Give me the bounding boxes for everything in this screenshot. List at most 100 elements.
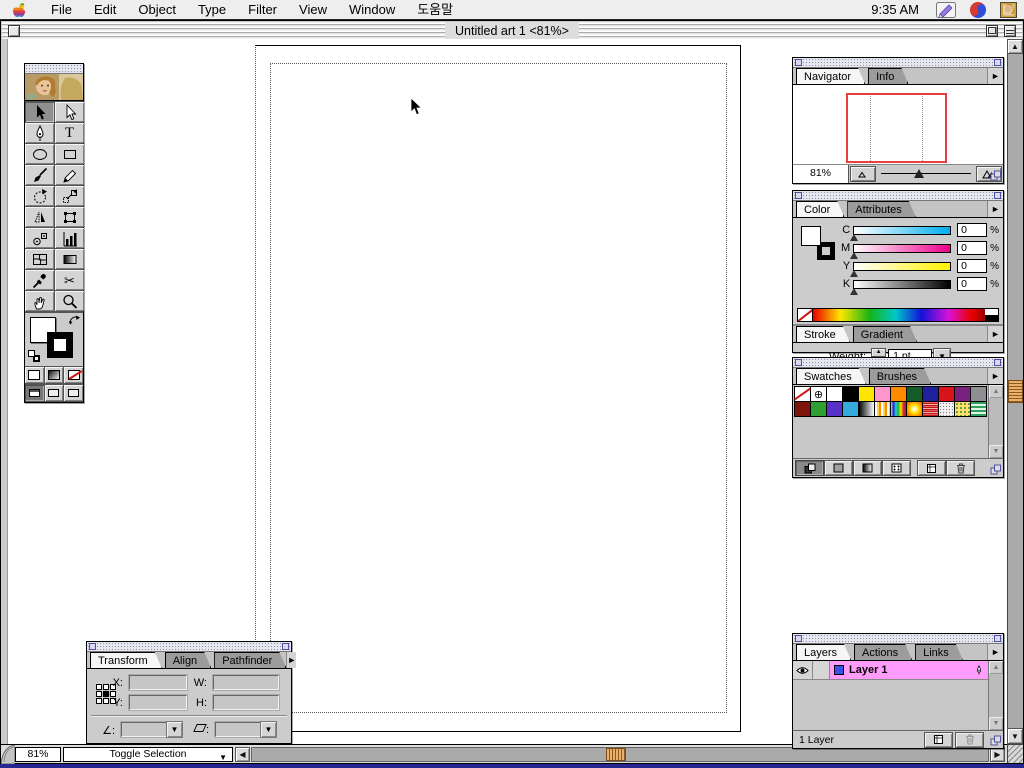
reflect-tool[interactable]: [25, 207, 54, 227]
horizontal-scroll-thumb[interactable]: [606, 748, 626, 761]
yellow-value-field[interactable]: 0: [957, 259, 987, 273]
rotate-dropdown-icon[interactable]: ▼: [167, 722, 182, 737]
hand-tool[interactable]: [25, 291, 54, 311]
pencil-tool[interactable]: [55, 165, 84, 185]
script-pencil-icon[interactable]: [936, 2, 956, 18]
shear-field[interactable]: [215, 722, 261, 737]
swatch-none[interactable]: [795, 387, 810, 401]
tab-transform[interactable]: Transform: [90, 652, 162, 668]
rotate-field[interactable]: [121, 722, 167, 737]
black-slider[interactable]: [853, 280, 951, 289]
swatch-rainbow-gradient[interactable]: [891, 402, 906, 416]
menu-type[interactable]: Type: [187, 0, 237, 20]
swatch-dark-green[interactable]: [907, 387, 922, 401]
swatch-orange[interactable]: [891, 387, 906, 401]
swatch-yellow[interactable]: [859, 387, 874, 401]
transform-menu-arrow-icon[interactable]: ►: [286, 652, 296, 668]
layers-scroll-down-icon[interactable]: ▼: [989, 717, 1003, 730]
x-field[interactable]: [129, 675, 187, 690]
gradient-button[interactable]: [45, 367, 64, 383]
swatches-drag-bar[interactable]: [793, 358, 1003, 368]
standard-screen-mode-button[interactable]: [25, 385, 44, 401]
tab-color[interactable]: Color: [796, 201, 844, 217]
color-drag-bar[interactable]: [793, 191, 1003, 201]
fullscreen-menu-mode-button[interactable]: [45, 385, 64, 401]
transform-drag-bar[interactable]: [87, 642, 291, 652]
new-layer-button[interactable]: [925, 733, 952, 747]
layer-name[interactable]: Layer 1: [849, 664, 969, 676]
slider-thumb[interactable]: [914, 169, 924, 178]
tab-links[interactable]: Links: [915, 644, 963, 660]
swatches-menu-arrow-icon[interactable]: ►: [987, 368, 1003, 384]
y-field[interactable]: [129, 695, 187, 710]
swatches-scrollbar[interactable]: ▲ ▼: [988, 385, 1003, 458]
navigator-zoom-slider[interactable]: [877, 165, 975, 183]
pen-tool[interactable]: [25, 123, 54, 143]
status-zoom-field[interactable]: 81%: [15, 747, 61, 762]
graph-tool[interactable]: [55, 228, 84, 248]
menu-view[interactable]: View: [288, 0, 338, 20]
zoom-out-button[interactable]: [851, 167, 875, 181]
stepper-up-icon[interactable]: ▲: [872, 349, 885, 357]
apple-menu-icon[interactable]: [12, 2, 26, 18]
swatch-white[interactable]: [827, 387, 842, 401]
swatch-navy[interactable]: [923, 387, 938, 401]
show-pattern-swatches-button[interactable]: [883, 461, 910, 475]
tab-actions[interactable]: Actions: [854, 644, 912, 660]
tab-brushes[interactable]: Brushes: [869, 368, 931, 384]
none-button[interactable]: [64, 367, 83, 383]
layers-resize-grip-icon[interactable]: [990, 735, 1002, 747]
window-close-box[interactable]: [8, 25, 20, 37]
tab-attributes[interactable]: Attributes: [847, 201, 915, 217]
shear-dropdown-icon[interactable]: ▼: [261, 722, 276, 737]
layers-drag-bar[interactable]: [793, 634, 1003, 644]
ellipse-tool[interactable]: [25, 144, 54, 164]
menu-filter[interactable]: Filter: [237, 0, 288, 20]
swatch-stripe-pattern[interactable]: [971, 402, 986, 416]
swatch-gold-gradient[interactable]: [875, 402, 890, 416]
window-zoom-box[interactable]: [986, 25, 998, 37]
new-swatch-button[interactable]: [918, 461, 945, 475]
spectrum-ramp[interactable]: [813, 309, 985, 321]
color-spectrum-bar[interactable]: [797, 308, 999, 322]
navigator-menu-arrow-icon[interactable]: ►: [987, 68, 1003, 84]
tab-align[interactable]: Align: [165, 652, 211, 668]
navigator-zoom-field[interactable]: 81%: [793, 165, 849, 183]
cyan-value-field[interactable]: 0: [957, 223, 987, 237]
swatch-maroon[interactable]: [795, 402, 810, 416]
swatch-green[interactable]: [811, 402, 826, 416]
blend-tool[interactable]: [25, 228, 54, 248]
show-gradient-swatches-button[interactable]: [854, 461, 881, 475]
menu-help[interactable]: 도움말: [406, 0, 464, 20]
menu-object[interactable]: Object: [127, 0, 187, 20]
swatch-sky-blue[interactable]: [843, 402, 858, 416]
spectrum-white-black[interactable]: [985, 309, 998, 321]
window-collapse-box[interactable]: [1004, 25, 1016, 37]
title-bar[interactable]: Untitled art 1 <81%>: [2, 22, 1022, 40]
tab-gradient[interactable]: Gradient: [853, 326, 917, 342]
color-fill-stroke-proxy[interactable]: [801, 226, 835, 260]
layer-lock-toggle[interactable]: [813, 661, 830, 679]
swatch-bw-gradient[interactable]: [859, 402, 874, 416]
tab-navigator[interactable]: Navigator: [796, 68, 865, 84]
window-resize-grip[interactable]: [1007, 744, 1023, 763]
magenta-slider[interactable]: [853, 244, 951, 253]
tab-pathfinder[interactable]: Pathfinder: [214, 652, 286, 668]
yellow-slider[interactable]: [853, 262, 951, 271]
status-selection-dropdown[interactable]: Toggle Selection ▼: [63, 747, 233, 762]
swatches-scroll-up-icon[interactable]: ▲: [989, 385, 1003, 398]
scroll-right-button[interactable]: ▶: [990, 747, 1005, 762]
swap-fill-stroke-icon[interactable]: [69, 315, 80, 325]
swatch-pink[interactable]: [875, 387, 890, 401]
scroll-up-button[interactable]: ▲: [1007, 39, 1023, 54]
tab-stroke[interactable]: Stroke: [796, 326, 850, 342]
layer-visibility-toggle[interactable]: [793, 661, 813, 679]
swatch-purple[interactable]: [955, 387, 970, 401]
black-slider-thumb[interactable]: [850, 288, 858, 295]
delete-layer-button[interactable]: [956, 733, 983, 747]
free-transform-tool[interactable]: [55, 207, 84, 227]
swatch-dot-pattern[interactable]: [939, 402, 954, 416]
layers-scroll-up-icon[interactable]: ▲: [989, 661, 1003, 674]
h-field[interactable]: [213, 695, 279, 710]
scroll-left-button[interactable]: ◀: [235, 747, 250, 762]
